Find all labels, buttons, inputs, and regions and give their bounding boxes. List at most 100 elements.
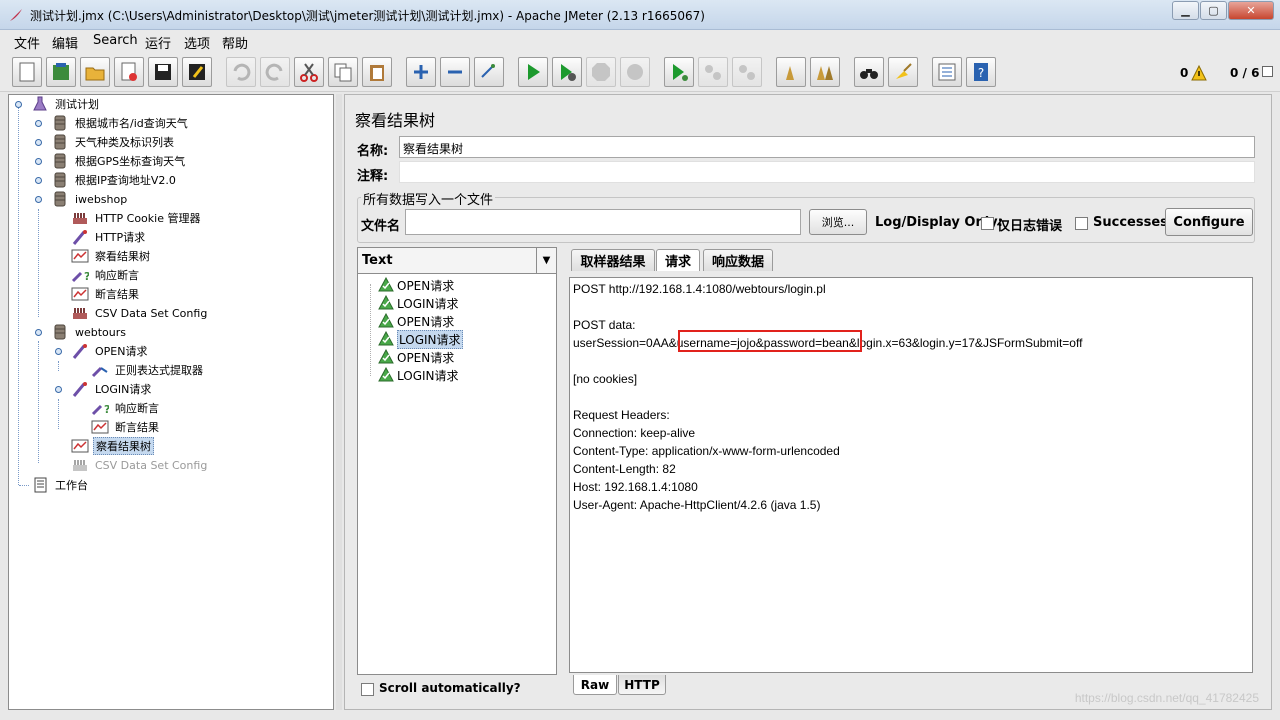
scissors-icon — [300, 63, 318, 82]
remote-stop-button[interactable] — [698, 57, 728, 87]
reset-search-button[interactable] — [888, 57, 918, 87]
tree-item-assertion[interactable]: ?响应断言 — [71, 266, 141, 284]
search-button[interactable] — [854, 57, 884, 87]
open-button[interactable] — [80, 57, 110, 87]
close-button[interactable]: ✕ — [1228, 1, 1274, 20]
menu-help[interactable]: 帮助 — [222, 33, 248, 52]
tree-item-config-disabled[interactable]: CSV Data Set Config — [71, 456, 209, 474]
clear-all-button[interactable] — [810, 57, 840, 87]
cut-button[interactable] — [294, 57, 324, 87]
menu-file[interactable]: 文件 — [14, 33, 40, 52]
paste-button[interactable] — [362, 57, 392, 87]
tree-item-assertion[interactable]: ?响应断言 — [91, 399, 161, 417]
tree-item-sampler[interactable]: HTTP请求 — [71, 228, 147, 246]
result-item-selected[interactable]: LOGIN请求 — [378, 329, 463, 349]
templates-button[interactable] — [46, 57, 76, 87]
stop-button[interactable] — [586, 57, 616, 87]
maximize-button[interactable]: ▢ — [1200, 1, 1227, 20]
comment-field[interactable] — [399, 161, 1255, 183]
menu-search[interactable]: Search — [93, 33, 138, 48]
remote-start-button[interactable] — [664, 57, 694, 87]
panel-splitter[interactable] — [336, 94, 342, 710]
remote-start-icon — [673, 64, 688, 81]
templates-icon — [53, 63, 69, 80]
minimize-button[interactable]: ▁ — [1172, 1, 1199, 20]
remote-shutdown-button[interactable] — [732, 57, 762, 87]
undo-button[interactable] — [226, 57, 256, 87]
tab-raw[interactable]: Raw — [573, 675, 617, 695]
result-item[interactable]: OPEN请求 — [378, 312, 454, 330]
name-label: 名称: — [357, 144, 389, 159]
toggle-button[interactable] — [474, 57, 504, 87]
renderer-select[interactable]: Text ▼ — [358, 248, 556, 274]
request-line: Request Headers: — [573, 408, 670, 422]
success-triangle-icon — [378, 313, 394, 328]
tree-item-test-plan[interactable]: 测试计划 — [31, 95, 101, 113]
thread-group-icon — [54, 172, 66, 188]
scroll-auto-checkbox[interactable] — [361, 683, 374, 696]
result-item[interactable]: OPEN请求 — [378, 276, 454, 294]
tree-item-config[interactable]: HTTP Cookie 管理器 — [71, 209, 202, 227]
assertion-icon: ? — [91, 403, 109, 416]
tree-item-thread-group[interactable]: 天气种类及标识列表 — [51, 133, 176, 151]
plus-icon — [414, 65, 428, 79]
start-button[interactable] — [518, 57, 548, 87]
thread-group-icon — [54, 153, 66, 169]
tab-sampler-result[interactable]: 取样器结果 — [571, 249, 655, 271]
tree-item-extractor[interactable]: 正则表达式提取器 — [91, 361, 205, 379]
new-button[interactable] — [12, 57, 42, 87]
tree-item-listener[interactable]: 断言结果 — [91, 418, 161, 436]
tree-item-listener[interactable]: 察看结果树 — [71, 247, 152, 265]
browse-button[interactable]: 浏览... — [809, 209, 867, 235]
tab-response-data[interactable]: 响应数据 — [703, 249, 773, 271]
warning-icon[interactable] — [1191, 65, 1207, 81]
paste-clipboard-icon — [370, 65, 384, 81]
filename-input[interactable] — [405, 209, 801, 235]
redo-button[interactable] — [260, 57, 290, 87]
tree-item-thread-group[interactable]: webtours — [51, 323, 128, 341]
tab-request[interactable]: 请求 — [656, 249, 700, 271]
save-as-button[interactable] — [182, 57, 212, 87]
collapse-all-button[interactable] — [440, 57, 470, 87]
name-field[interactable]: 察看结果树 — [399, 136, 1255, 158]
tab-http[interactable]: HTTP — [618, 675, 666, 695]
svg-text:?: ? — [84, 270, 89, 283]
result-item[interactable]: LOGIN请求 — [378, 366, 459, 384]
chevron-down-icon[interactable]: ▼ — [536, 248, 556, 273]
binoculars-icon — [860, 69, 878, 79]
function-helper-button[interactable] — [932, 57, 962, 87]
save-button[interactable] — [148, 57, 178, 87]
close-file-button[interactable] — [114, 57, 144, 87]
request-text-area[interactable]: POST http://192.168.1.4:1080/webtours/lo… — [569, 277, 1253, 673]
errors-only-checkbox[interactable] — [981, 217, 994, 230]
menu-edit[interactable]: 编辑 — [52, 33, 78, 52]
clear-button[interactable] — [776, 57, 806, 87]
toolbar: ? 0 0 / 6 — [0, 52, 1280, 92]
menu-run[interactable]: 运行 — [145, 33, 171, 52]
result-item[interactable]: LOGIN请求 — [378, 294, 459, 312]
tree-item-workbench[interactable]: 工作台 — [31, 476, 90, 494]
tree-item-sampler[interactable]: LOGIN请求 — [71, 380, 153, 398]
tree-item-thread-group[interactable]: 根据IP查询地址V2.0 — [51, 171, 178, 189]
remote-shutdown-icon — [739, 65, 755, 80]
tree-item-listener-selected[interactable]: 察看结果树 — [71, 437, 154, 455]
request-line: POST http://192.168.1.4:1080/webtours/lo… — [573, 282, 826, 296]
tree-item-thread-group[interactable]: 根据GPS坐标查询天气 — [51, 152, 187, 170]
tree-item-sampler[interactable]: OPEN请求 — [71, 342, 149, 360]
expand-all-button[interactable] — [406, 57, 436, 87]
shutdown-button[interactable] — [620, 57, 650, 87]
config-icon — [73, 460, 87, 471]
menu-options[interactable]: 选项 — [184, 33, 210, 52]
successes-checkbox[interactable] — [1075, 217, 1088, 230]
result-item[interactable]: OPEN请求 — [378, 348, 454, 366]
copy-button[interactable] — [328, 57, 358, 87]
start-no-pauses-button[interactable] — [552, 57, 582, 87]
success-triangle-icon — [378, 295, 394, 310]
help-button[interactable]: ? — [966, 57, 996, 87]
results-list: Text ▼ OPEN请求 LOGIN请求 OPEN请求 LOGIN请求 OPE… — [357, 247, 557, 675]
tree-item-thread-group[interactable]: iwebshop — [51, 190, 129, 208]
configure-button[interactable]: Configure — [1165, 208, 1253, 236]
tree-item-thread-group[interactable]: 根据城市名/id查询天气 — [51, 114, 190, 132]
tree-item-listener[interactable]: 断言结果 — [71, 285, 141, 303]
tree-item-config[interactable]: CSV Data Set Config — [71, 304, 209, 322]
